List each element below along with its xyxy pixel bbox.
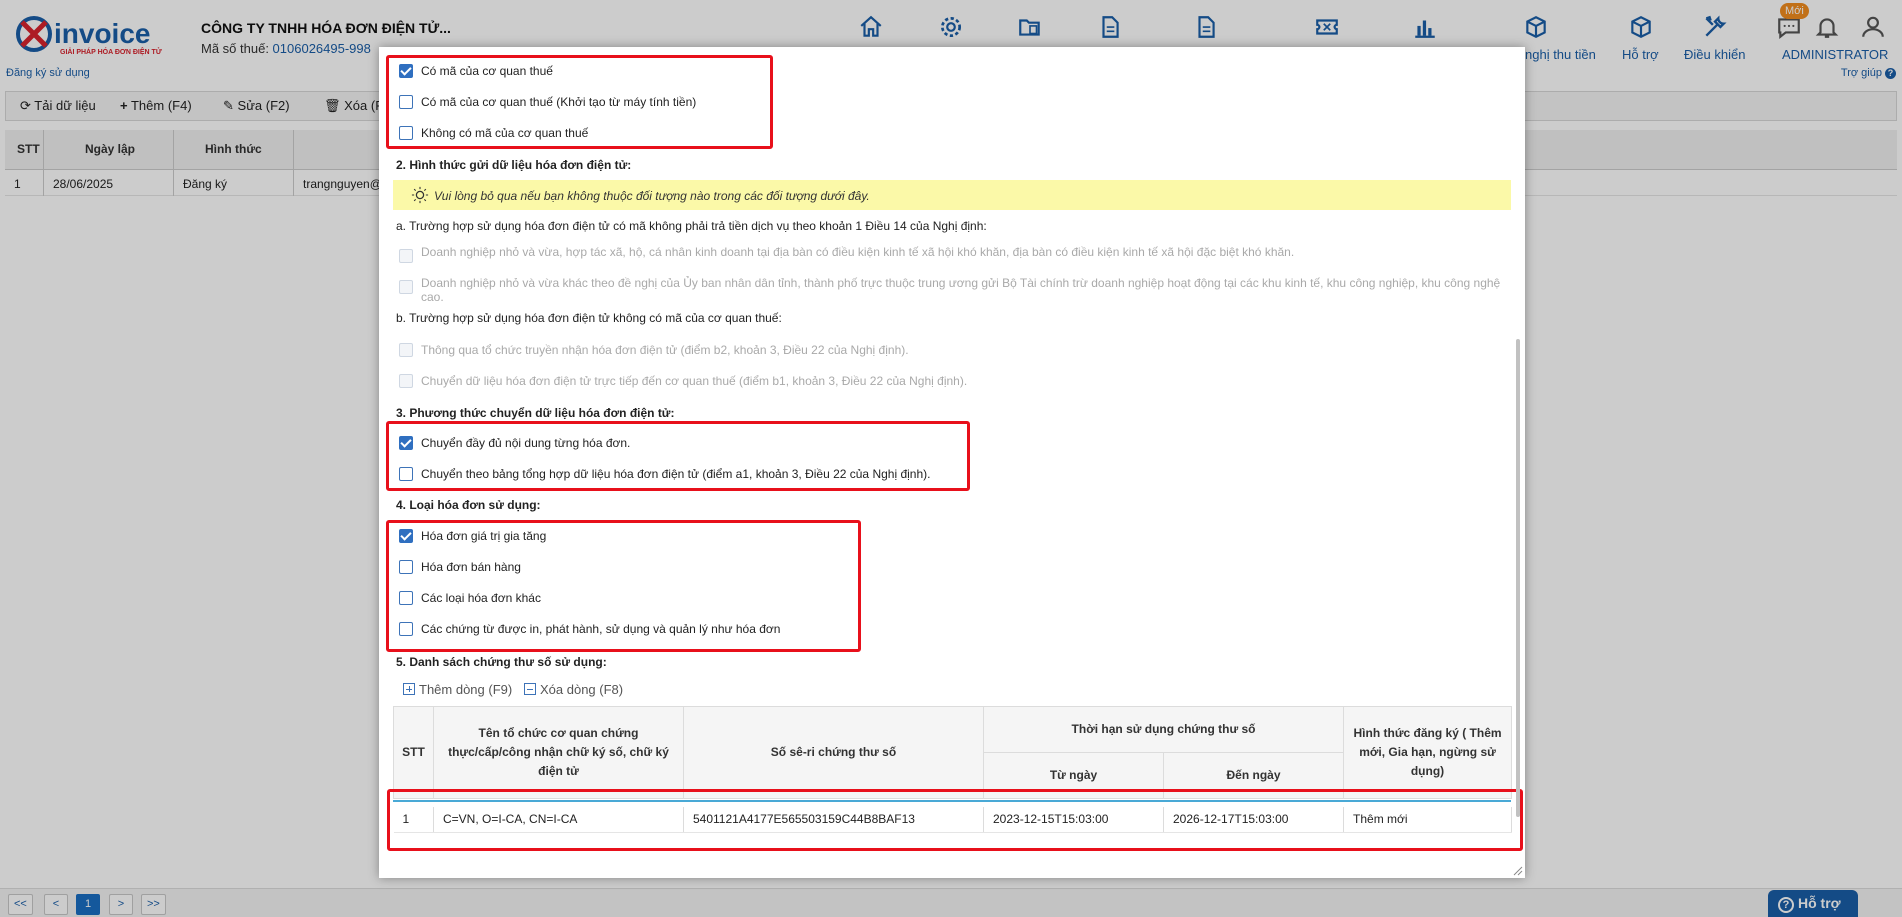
section2-note: Vui lòng bỏ qua nếu bạn không thuộc đối … (393, 180, 1511, 210)
section2-note-text: Vui lòng bỏ qua nếu bạn không thuộc đối … (434, 189, 870, 203)
delete-row-icon (524, 683, 536, 695)
col-header-type: Hình thức đăng ký ( Thêm mới, Gia hạn, n… (1343, 706, 1513, 799)
section5-title: 5. Danh sách chứng thư số sử dụng: (396, 655, 607, 669)
add-row-button[interactable]: Thêm dòng (F9) (403, 682, 512, 697)
label-2a-1: Doanh nghiệp nhỏ và vừa, hợp tác xã, hộ,… (421, 245, 1295, 259)
col-header-stt: STT (393, 706, 434, 799)
section2-title: 2. Hình thức gửi dữ liệu hóa đơn điện tử… (396, 158, 632, 172)
delete-row-button[interactable]: Xóa dòng (F8) (524, 682, 623, 697)
highlight-box (387, 789, 1523, 851)
modal-scrollbar[interactable] (1516, 339, 1520, 817)
col-header-serial: Số sê-ri chứng thư số (683, 706, 984, 799)
delete-row-label: Xóa dòng (F8) (540, 682, 624, 697)
add-row-label: Thêm dòng (F9) (419, 682, 513, 697)
label-2a-2-cont: cao. (421, 290, 444, 304)
lightbulb-icon (411, 186, 429, 204)
section2b-title: b. Trường hợp sử dụng hóa đơn điện tử kh… (396, 311, 782, 325)
highlight-box (386, 421, 970, 491)
label-2b-2: Chuyển dữ liệu hóa đơn điện tử trực tiếp… (421, 374, 968, 388)
col-header-org: Tên tổ chức cơ quan chứng thực/cấp/công … (433, 706, 684, 799)
label-2a-2: Doanh nghiệp nhỏ và vừa khác theo đề ngh… (421, 276, 1501, 290)
col-header-validity: Thời hạn sử dụng chứng thư số (982, 706, 1345, 753)
add-row-icon (403, 683, 415, 695)
resize-grip-icon[interactable] (1511, 864, 1523, 876)
highlight-box (386, 520, 861, 652)
checkbox-2b-2[interactable] (399, 374, 413, 388)
label-2b-1: Thông qua tổ chức truyền nhận hóa đơn đi… (421, 343, 909, 357)
checkbox-2a-2[interactable] (399, 280, 413, 294)
section3-title: 3. Phương thức chuyển dữ liệu hóa đơn đi… (396, 406, 675, 420)
section4-title: 4. Loại hóa đơn sử dụng: (396, 498, 541, 512)
checkbox-2a-1[interactable] (399, 249, 413, 263)
section2a-title: a. Trường hợp sử dụng hóa đơn điện tử có… (396, 219, 987, 233)
highlight-box (386, 55, 773, 149)
registration-modal: Có mã của cơ quan thuế Có mã của cơ quan… (379, 47, 1525, 878)
checkbox-2b-1[interactable] (399, 343, 413, 357)
